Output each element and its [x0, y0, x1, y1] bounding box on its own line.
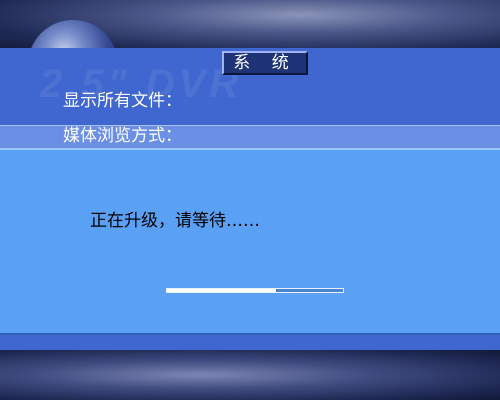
upgrade-progress-fill: [167, 289, 277, 292]
menu-item-show-all-files[interactable]: 显示所有文件：: [63, 91, 182, 111]
background-header: [0, 0, 500, 50]
globe-graphic: [28, 20, 118, 50]
upgrade-dialog: [0, 148, 500, 335]
background-footer: [0, 350, 500, 400]
upgrade-progress-bar: [166, 288, 344, 293]
system-title: 系 统: [222, 51, 308, 75]
upgrade-message: 正在升级，请等待……: [90, 211, 260, 231]
menu-item-media-browse-mode[interactable]: 媒体浏览方式：: [63, 126, 182, 146]
